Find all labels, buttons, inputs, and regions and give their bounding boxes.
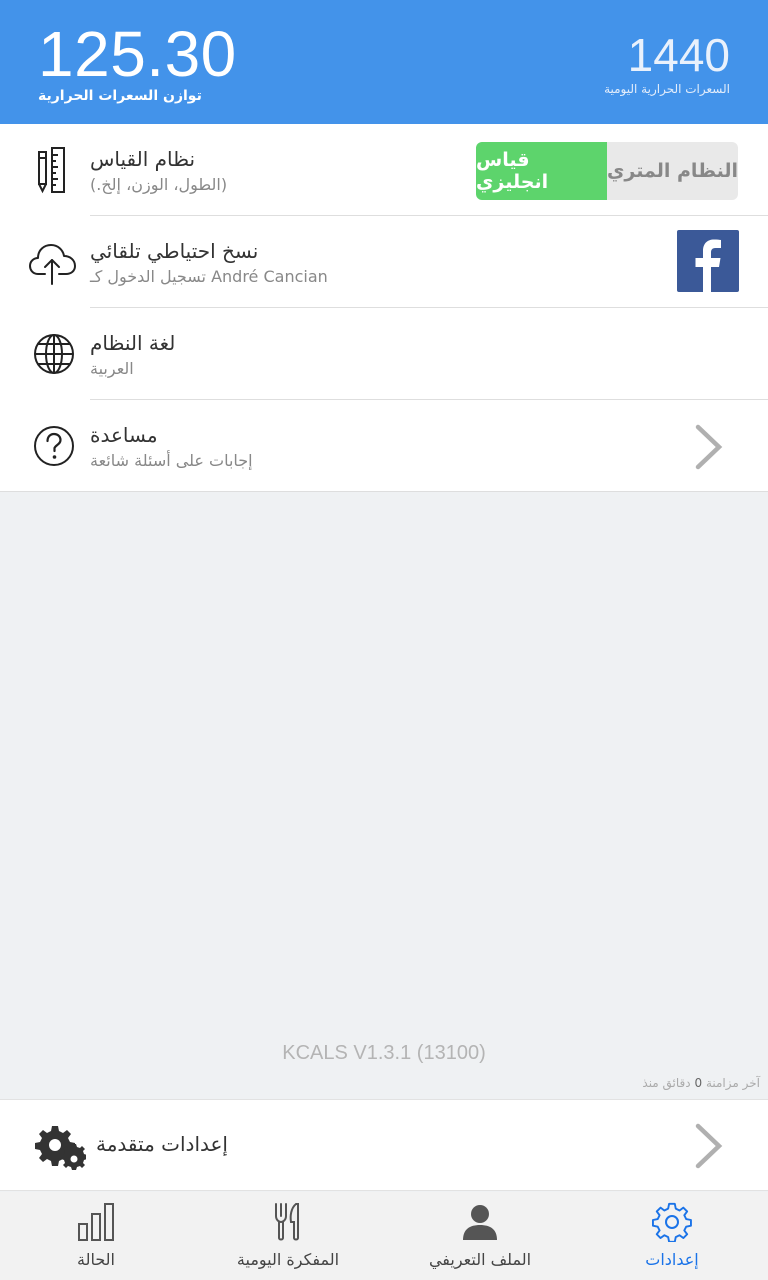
- tab-diary[interactable]: المفكرة اليومية: [192, 1192, 384, 1280]
- gear-icon: [652, 1202, 692, 1243]
- bottom-tab-bar: الحالة المفكرة اليومية الملف التعريفي إع…: [0, 1192, 768, 1280]
- tab-status-label: الحالة: [77, 1250, 115, 1269]
- sync-prefix: آخر مزامنة: [705, 1076, 760, 1090]
- tab-settings[interactable]: إعدادات: [576, 1192, 768, 1280]
- units-option-metric[interactable]: النظام المتري: [607, 142, 738, 200]
- daily-calories: 1440 السعرات الحرارية اليومية: [604, 28, 730, 96]
- advanced-settings-label: إعدادات متقدمة: [96, 1132, 228, 1156]
- help-desc: إجابات على أسئلة شائعة: [90, 451, 253, 470]
- daily-calories-value: 1440: [627, 29, 730, 81]
- language-title: لغة النظام: [90, 331, 176, 355]
- units-toggle[interactable]: قياس انجليزي النظام المتري: [476, 142, 738, 200]
- help-setting-row[interactable]: مساعدة إجابات على أسئلة شائعة: [0, 400, 768, 492]
- settings-list: نظام القياس (.الطول، الوزن، إلخ) قياس ان…: [0, 124, 768, 492]
- last-sync: آخر مزامنة 0 دقائق منذ: [642, 1076, 760, 1090]
- tab-status[interactable]: الحالة: [0, 1192, 192, 1280]
- backup-desc: تسجيل الدخول كـ André Cancian: [90, 267, 328, 286]
- gears-icon: [34, 1122, 87, 1170]
- person-icon: [460, 1202, 500, 1242]
- language-desc: العربية: [90, 359, 134, 378]
- units-title: نظام القياس: [90, 147, 196, 171]
- units-desc: (.الطول، الوزن، إلخ): [90, 175, 228, 194]
- calorie-balance-value: 125.30: [38, 18, 237, 90]
- backup-title: نسخ احتياطي تلقائي: [90, 239, 259, 263]
- bar-chart-icon: [76, 1202, 116, 1242]
- sync-suffix: دقائق منذ: [642, 1076, 691, 1090]
- facebook-icon[interactable]: [677, 230, 739, 292]
- calorie-balance: 125.30 توازن السعرات الحرارية: [38, 18, 237, 104]
- help-title: مساعدة: [90, 423, 158, 447]
- app-version: KCALS V1.3.1 (13100): [282, 1042, 486, 1064]
- ruler-pencil-icon: [28, 146, 78, 196]
- backup-setting-row[interactable]: نسخ احتياطي تلقائي تسجيل الدخول كـ André…: [0, 216, 768, 308]
- language-setting-row[interactable]: لغة النظام العربية: [0, 308, 768, 400]
- tab-profile-label: الملف التعريفي: [428, 1250, 532, 1269]
- cloud-upload-icon: [28, 238, 78, 288]
- sync-count: 0: [694, 1076, 703, 1090]
- question-icon: [28, 422, 78, 472]
- units-option-imperial[interactable]: قياس انجليزي: [476, 142, 607, 200]
- tab-settings-label: إعدادات: [645, 1250, 699, 1269]
- divider: [0, 491, 768, 492]
- globe-icon: [28, 330, 78, 380]
- calorie-header: 125.30 توازن السعرات الحرارية 1440 السعر…: [0, 0, 768, 124]
- calorie-balance-label: توازن السعرات الحرارية: [38, 88, 202, 104]
- units-setting-row: نظام القياس (.الطول، الوزن، إلخ) قياس ان…: [0, 124, 768, 216]
- chevron-right-icon[interactable]: [694, 424, 724, 470]
- fork-knife-icon: [268, 1202, 308, 1242]
- tab-profile[interactable]: الملف التعريفي: [384, 1192, 576, 1280]
- advanced-settings-row[interactable]: إعدادات متقدمة: [0, 1099, 768, 1191]
- daily-calories-label: السعرات الحرارية اليومية: [604, 82, 730, 96]
- tab-diary-label: المفكرة اليومية: [236, 1250, 340, 1269]
- chevron-right-icon[interactable]: [694, 1123, 724, 1169]
